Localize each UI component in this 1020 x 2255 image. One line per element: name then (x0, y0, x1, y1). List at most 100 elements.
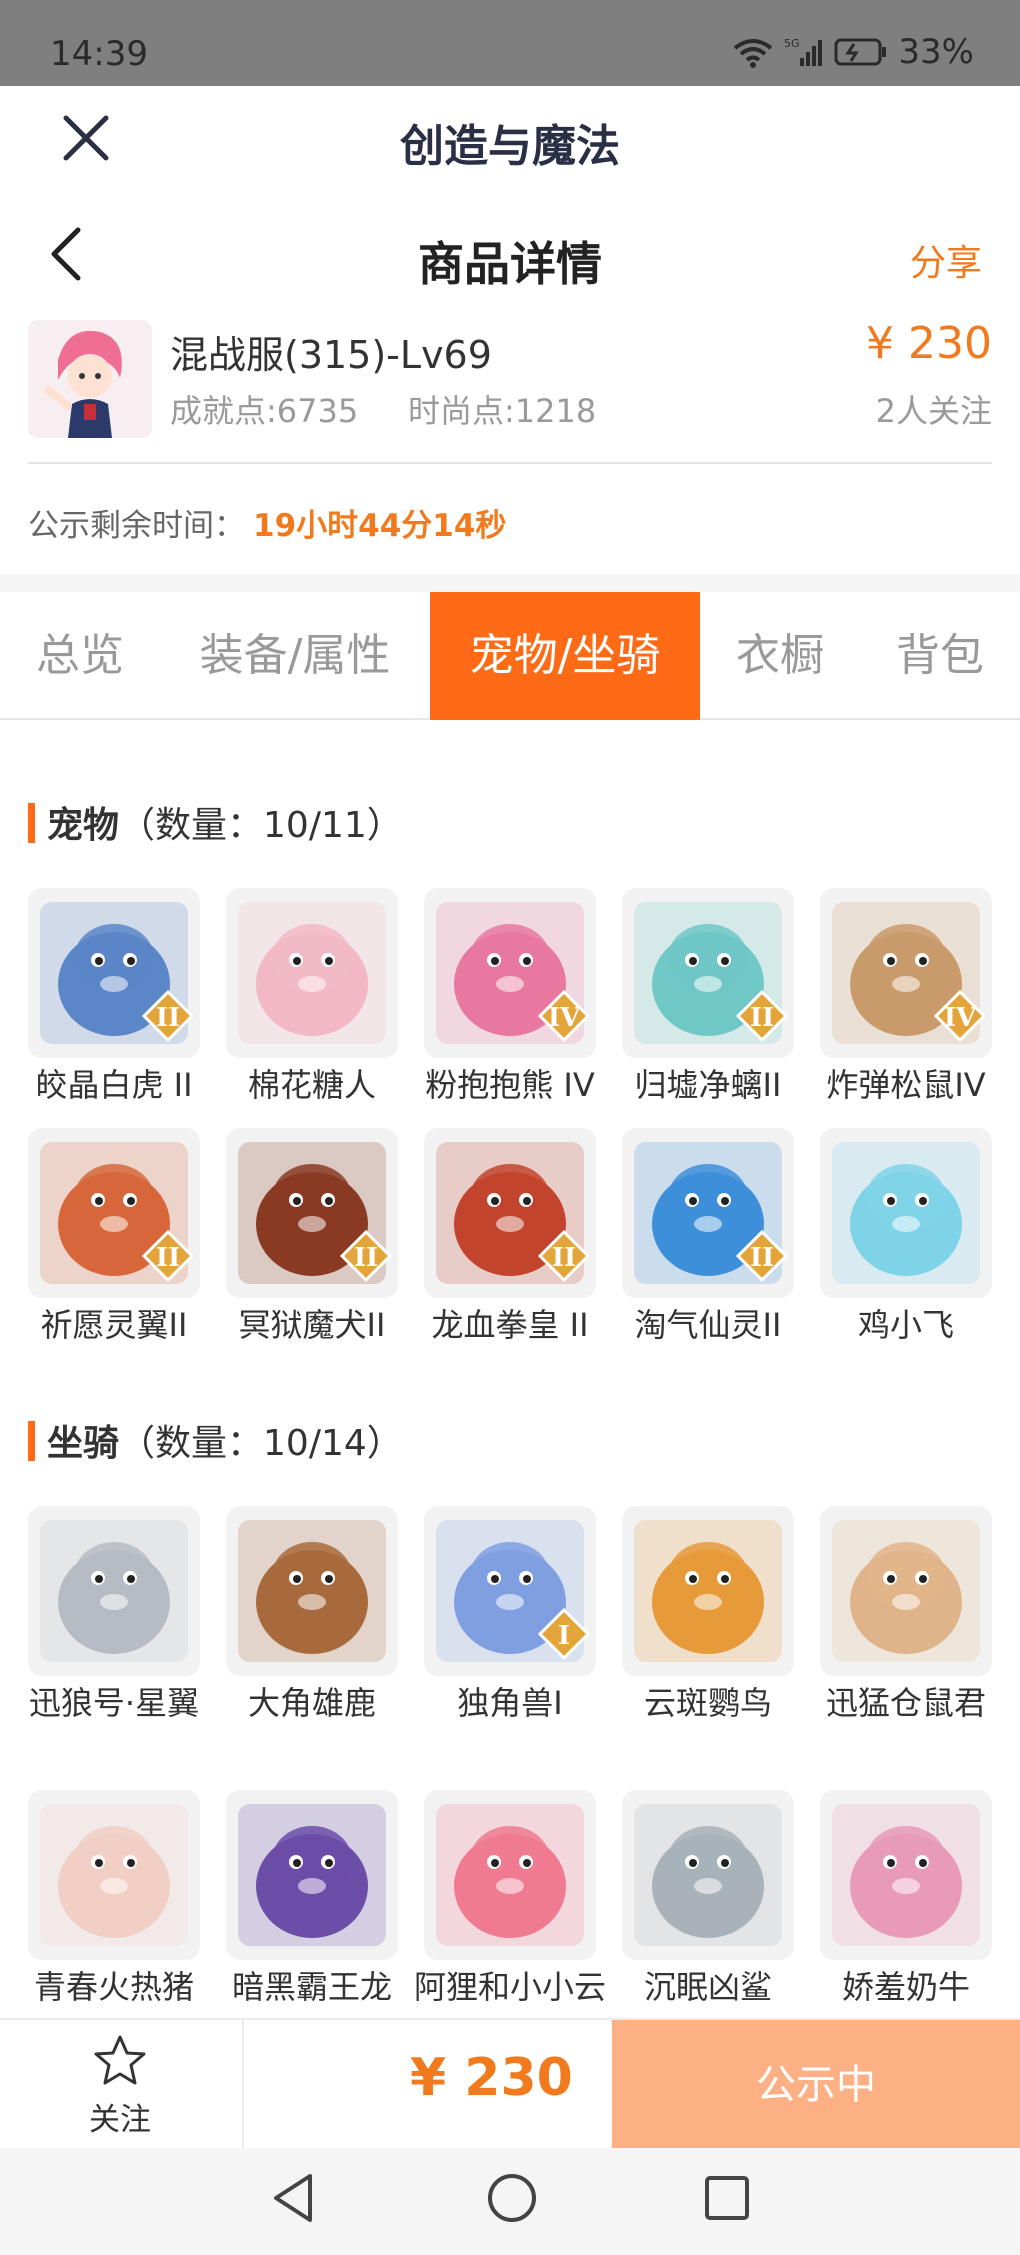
mount-item[interactable]: 迅猛仓鼠君 (820, 1506, 992, 1724)
item-thumbnail: II (622, 888, 794, 1058)
tab-overview[interactable]: 总览 (0, 592, 160, 720)
pet-item[interactable]: II 归墟净螭II (622, 888, 794, 1106)
tab-wardrobe[interactable]: 衣橱 (710, 592, 850, 720)
pet-item[interactable]: II 龙血拳皇 II (424, 1128, 596, 1346)
item-name: 祈愿灵翼II (40, 1306, 188, 1344)
pets-title: 宠物 (47, 805, 120, 846)
pet-item[interactable]: IV 粉抱抱熊 IV (424, 888, 596, 1106)
status-time: 14:39 (50, 34, 148, 74)
mount-item[interactable]: 阿狸和小小云·迅 (414, 1790, 606, 2008)
mount-item[interactable]: 云斑鹦鸟 (622, 1506, 794, 1724)
bottom-separator (242, 2020, 244, 2150)
svg-text:IV: IV (548, 1003, 581, 1033)
item-name: 沉眠凶鲨 (643, 1968, 772, 2006)
mount-item[interactable]: 青春火热猪 (28, 1790, 200, 2008)
wifi-icon (734, 39, 773, 68)
item-thumbnail (28, 1790, 200, 1960)
pets-section-title: 宠物（数量：10/11） (28, 796, 403, 848)
svg-text:IV: IV (944, 1003, 977, 1033)
item-thumbnail: II (28, 888, 200, 1058)
svg-text:II: II (354, 1243, 378, 1273)
item-thumbnail (28, 1506, 200, 1676)
item-thumbnail: II (622, 1128, 794, 1298)
item-name: 炸弹松鼠IV (826, 1066, 986, 1104)
pet-item[interactable]: 棉花糖人 (226, 888, 398, 1106)
item-thumbnail: IV (424, 888, 596, 1058)
page-header: 商品详情 分享 (0, 194, 1020, 314)
system-nav-bar (0, 2148, 1020, 2255)
follower-count: 2人关注 (875, 392, 992, 430)
notice-countdown: 公示剩余时间： 19小时44分14秒 (28, 500, 506, 545)
item-thumbnail: I (424, 1506, 596, 1676)
section-divider (0, 574, 1020, 592)
app-title: 创造与魔法 (400, 121, 620, 172)
pet-item[interactable]: II 冥狱魔犬II (226, 1128, 398, 1346)
mount-item[interactable]: 迅狼号·星翼 (28, 1506, 200, 1724)
item-name: 冥狱魔犬II (238, 1306, 386, 1344)
svg-text:II: II (156, 1003, 180, 1033)
mounts-title: 坐骑 (47, 1423, 120, 1464)
item-thumbnail (622, 1506, 794, 1676)
item-name: 云斑鹦鸟 (643, 1684, 772, 1722)
status-icons: 5G 33% (732, 32, 974, 72)
bottom-price: ¥ 230 (410, 2048, 573, 2108)
signal-icon: 5G (784, 37, 823, 66)
item-name: 皎晶白虎 II (35, 1066, 193, 1104)
item-thumbnail (820, 1128, 992, 1298)
item-name: 迅猛仓鼠君 (825, 1684, 986, 1722)
pet-item[interactable]: II 皎晶白虎 II (28, 888, 200, 1106)
nav-recents-icon[interactable] (702, 2170, 752, 2226)
item-name: 淘气仙灵II (634, 1306, 782, 1344)
item-thumbnail (226, 888, 398, 1058)
nav-back-icon[interactable] (268, 2170, 318, 2226)
mounts-count: （数量：10/14） (119, 1423, 403, 1464)
status-bar: 14:39 5G 33% (0, 0, 1020, 86)
item-name: 娇羞奶牛 (841, 1968, 970, 2006)
nav-home-icon[interactable] (484, 2170, 540, 2226)
pet-item[interactable]: II 淘气仙灵II (622, 1128, 794, 1346)
pets-count: （数量：10/11） (119, 805, 403, 846)
svg-text:I: I (558, 1621, 570, 1651)
product-name: 混战服(315)-Lv69 (170, 333, 492, 377)
product-price: ¥ 230 (866, 318, 992, 369)
item-thumbnail (226, 1790, 398, 1960)
fashion-points: 时尚点:1218 (408, 392, 597, 430)
svg-text:II: II (750, 1003, 774, 1033)
tab-backpack[interactable]: 背包 (870, 592, 1010, 720)
item-name: 暗黑霸王龙 (231, 1968, 392, 2006)
achievement-points: 成就点:6735 (170, 392, 359, 430)
follow-label: 关注 (89, 2102, 151, 2138)
svg-text:5G: 5G (784, 37, 800, 50)
item-name: 迅狼号·星翼 (28, 1684, 200, 1722)
item-name: 阿狸和小小云·迅 (413, 1968, 606, 2006)
tab-equipment[interactable]: 装备/属性 (180, 592, 410, 720)
item-thumbnail: II (424, 1128, 596, 1298)
publicity-button[interactable]: 公示中 (612, 2020, 1020, 2150)
item-name: 独角兽I (457, 1684, 563, 1722)
item-name: 归墟净螭II (634, 1066, 782, 1104)
item-thumbnail (820, 1506, 992, 1676)
pet-item[interactable]: IV 炸弹松鼠IV (820, 888, 992, 1106)
item-thumbnail (424, 1790, 596, 1960)
mount-item[interactable]: 沉眠凶鲨 (622, 1790, 794, 2008)
pet-item[interactable]: 鸡小飞 (820, 1128, 992, 1346)
item-thumbnail (820, 1790, 992, 1960)
tab-pets-mounts[interactable]: 宠物/坐骑 (430, 592, 700, 720)
battery-icon (834, 38, 887, 66)
mount-item[interactable]: 大角雄鹿 (226, 1506, 398, 1724)
product-card[interactable]: 混战服(315)-Lv69 成就点:6735 时尚点:1218 ¥ 230 2人… (28, 316, 992, 464)
item-thumbnail: II (28, 1128, 200, 1298)
mount-item[interactable]: 娇羞奶牛 (820, 1790, 992, 2008)
pet-item[interactable]: II 祈愿灵翼II (28, 1128, 200, 1346)
battery-level: 33% (898, 32, 974, 72)
follow-button[interactable]: 关注 (40, 2034, 200, 2144)
section-marker (28, 1421, 35, 1461)
mount-item[interactable]: I 独角兽I (424, 1506, 596, 1724)
page-title: 商品详情 (418, 237, 602, 291)
item-name: 粉抱抱熊 IV (425, 1066, 595, 1104)
section-marker (28, 803, 35, 843)
mount-item[interactable]: 暗黑霸王龙 (226, 1790, 398, 2008)
tab-bar: 总览 装备/属性 宠物/坐骑 衣橱 背包 (0, 592, 1020, 720)
item-name: 鸡小飞 (857, 1306, 954, 1344)
share-button[interactable]: 分享 (910, 234, 982, 286)
